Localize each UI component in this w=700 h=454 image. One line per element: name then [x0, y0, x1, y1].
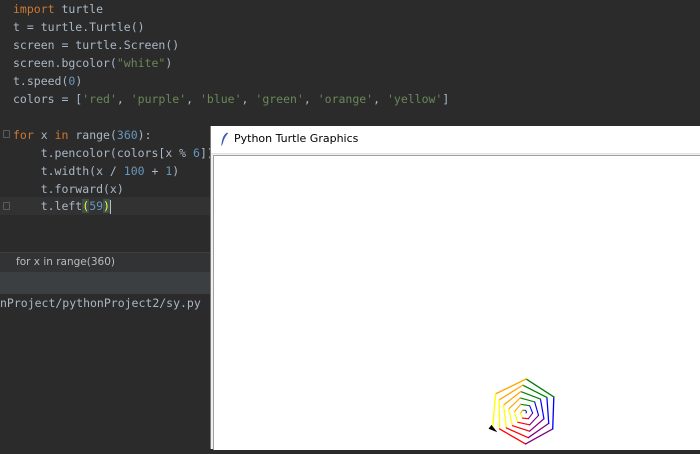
- code-text: range(: [68, 128, 116, 142]
- code-text: x: [34, 128, 55, 142]
- code-text: colors = [: [13, 92, 82, 106]
- code-text: ):: [138, 128, 152, 142]
- keyword: for: [13, 128, 34, 142]
- number-literal: 6: [193, 146, 200, 160]
- code-text: t.speed(: [13, 74, 68, 88]
- separator: ,: [373, 92, 387, 106]
- code-line-11[interactable]: t.forward(x): [13, 180, 124, 198]
- code-text: t.left: [13, 199, 82, 213]
- spiral-segment: [553, 397, 554, 429]
- spiral-segment: [504, 405, 507, 428]
- spiral-segment: [520, 410, 522, 413]
- string-literal: 'yellow': [387, 92, 442, 106]
- code-text: turtle: [55, 2, 103, 16]
- number-literal: 59: [89, 199, 103, 213]
- spiral-segment: [520, 414, 522, 419]
- keyword: import: [13, 2, 55, 16]
- code-line-6[interactable]: colors = ['red', 'purple', 'blue', 'gree…: [13, 90, 449, 108]
- separator: ,: [304, 92, 318, 106]
- string-literal: 'orange': [318, 92, 373, 106]
- number-literal: 100: [124, 164, 145, 178]
- spiral-segment: [521, 404, 530, 405]
- spiral-segment: [530, 406, 533, 413]
- turtle-graphics-window[interactable]: Python Turtle Graphics: [210, 126, 700, 449]
- string-literal: 'green': [255, 92, 303, 106]
- spiral-segment: [512, 426, 529, 432]
- number-literal: 360: [117, 128, 138, 142]
- code-text: screen.bgcolor(: [13, 56, 117, 70]
- feather-icon: [220, 132, 229, 146]
- string-literal: 'purple': [131, 92, 186, 106]
- code-line-2[interactable]: t = turtle.Turtle(): [13, 18, 145, 36]
- window-title: Python Turtle Graphics: [234, 132, 358, 145]
- code-text: ]: [442, 92, 449, 106]
- code-text: +: [145, 164, 166, 178]
- window-titlebar[interactable]: Python Turtle Graphics: [211, 126, 700, 154]
- spiral-segment: [522, 418, 528, 419]
- spiral-segment: [547, 397, 549, 423]
- breadcrumb-item[interactable]: for x in range(360): [16, 256, 115, 268]
- matched-paren: ): [103, 199, 110, 213]
- spiral-segment: [528, 413, 532, 419]
- string-literal: "white": [117, 56, 165, 70]
- separator: ,: [242, 92, 256, 106]
- code-line-9[interactable]: t.pencolor(colors[x % 6]): [13, 144, 214, 162]
- fold-end-marker-icon[interactable]: [3, 202, 10, 210]
- code-line-10[interactable]: t.width(x / 100 + 1): [13, 162, 179, 180]
- spiral-segment: [518, 422, 530, 425]
- spiral-segment: [520, 398, 534, 402]
- spiral-segment: [499, 400, 500, 429]
- code-text: t.pencolor(colors[x %: [13, 146, 193, 160]
- string-literal: 'red': [82, 92, 117, 106]
- spiral-segment: [523, 385, 547, 397]
- string-literal: 'blue': [200, 92, 242, 106]
- spiral-segment: [514, 412, 518, 422]
- turtle-drawing: [214, 156, 700, 450]
- code-line-5[interactable]: t.speed(0): [13, 72, 82, 90]
- spiral-segment: [530, 415, 539, 425]
- code-line-8[interactable]: for x in range(360):: [13, 126, 152, 144]
- spiral-segment: [535, 402, 539, 415]
- code-line-1[interactable]: import turtle: [13, 0, 103, 18]
- code-line-12[interactable]: t.left(59): [13, 197, 111, 215]
- separator: ,: [186, 92, 200, 106]
- spiral-segment: [514, 404, 520, 412]
- spiral-segment: [530, 419, 544, 431]
- turtle-canvas[interactable]: [213, 155, 700, 450]
- spiral-segment: [509, 409, 513, 426]
- code-text: ): [165, 56, 172, 70]
- keyword: in: [55, 128, 69, 142]
- spiral-segment: [504, 392, 521, 406]
- fold-marker-icon[interactable]: [3, 130, 10, 138]
- code-text: t.width(x /: [13, 164, 124, 178]
- console-path-line: nProject/pythonProject2/sy.py: [0, 296, 201, 310]
- code-text: ): [75, 74, 82, 88]
- spiral-segment: [540, 399, 543, 419]
- text-caret: [110, 200, 111, 214]
- spiral-segment: [493, 394, 496, 429]
- separator: ,: [117, 92, 131, 106]
- code-line-3[interactable]: screen = turtle.Screen(): [13, 36, 179, 54]
- code-text: ): [172, 164, 179, 178]
- code-line-4[interactable]: screen.bgcolor("white"): [13, 54, 172, 72]
